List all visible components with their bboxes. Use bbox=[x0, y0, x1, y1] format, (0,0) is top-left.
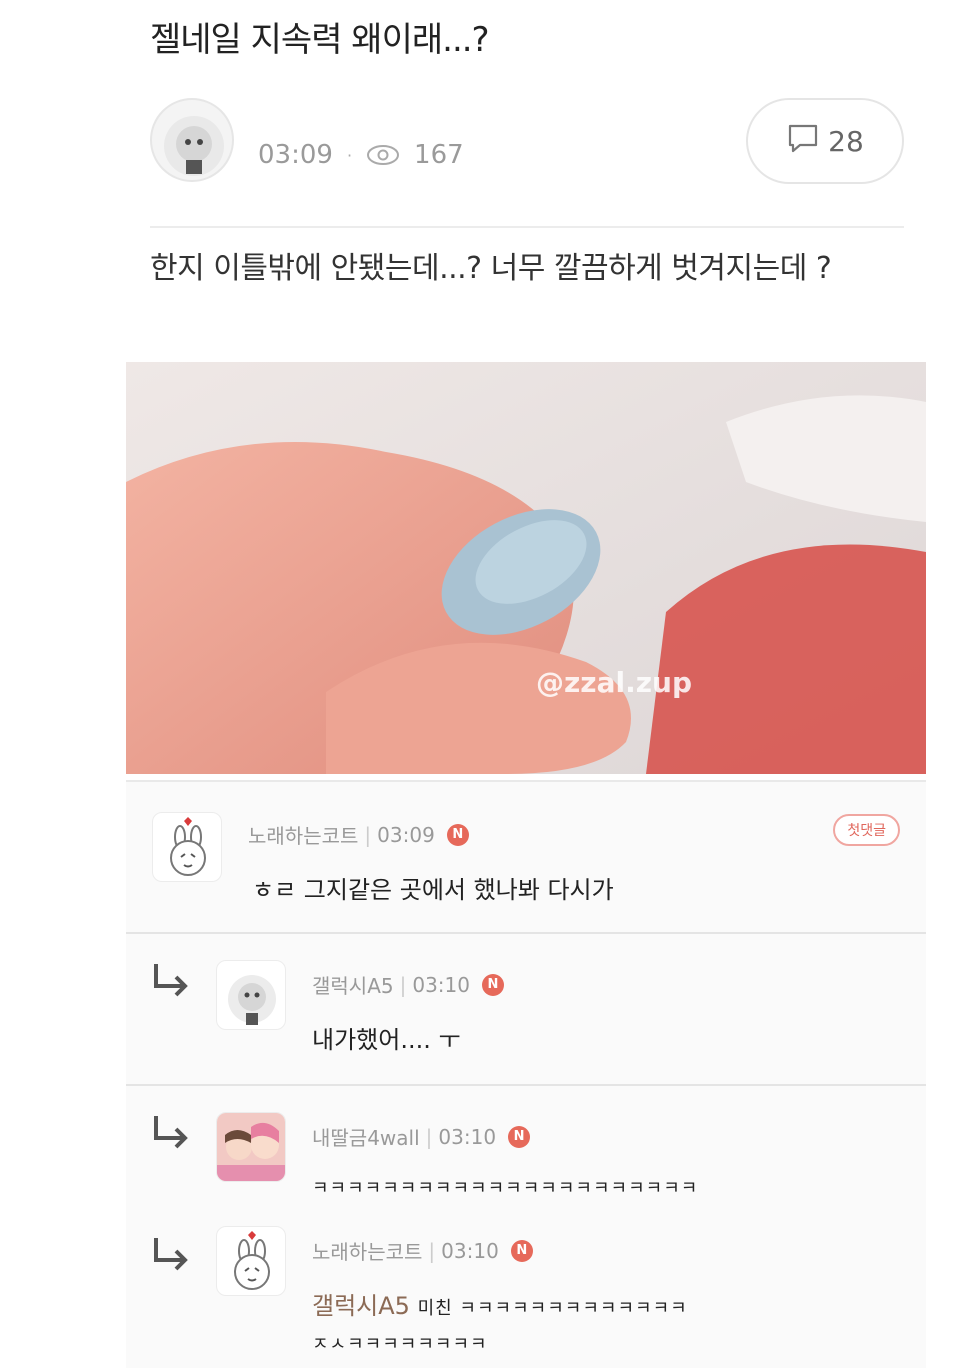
mention-link[interactable]: 갤럭시A5 bbox=[312, 1292, 410, 1320]
comment-count: 28 bbox=[828, 124, 864, 158]
first-comment-badge: 첫댓글 bbox=[833, 814, 900, 846]
comment-header: 노래하는코트 | 03:10 N bbox=[312, 1236, 533, 1265]
comment-text: 내가했어.... ㅜ bbox=[312, 1026, 461, 1054]
header-divider bbox=[150, 226, 904, 228]
comment-author[interactable]: 노래하는코트 bbox=[248, 820, 358, 849]
commenter-avatar[interactable] bbox=[216, 1112, 286, 1182]
comment-text: 갤럭시A5 미친 ㅋㅋㅋㅋㅋㅋㅋㅋㅋㅋㅋㅋㅋ bbox=[312, 1286, 688, 1321]
reply-arrow-icon bbox=[150, 1112, 192, 1154]
new-badge: N bbox=[508, 1125, 531, 1148]
comment-text-body: 미친 ㅋㅋㅋㅋㅋㅋㅋㅋㅋㅋㅋㅋㅋ bbox=[417, 1298, 688, 1319]
post-title: 젤네일 지속력 왜이래...? bbox=[150, 20, 490, 60]
comment-time: 03:09 bbox=[377, 822, 435, 847]
reply-item: 내딸금4wall | 03:10 N ㅋㅋㅋㅋㅋㅋㅋㅋㅋㅋㅋㅋㅋㅋㅋㅋㅋㅋㅋㅋㅋ… bbox=[126, 1086, 926, 1206]
comment-bubble-icon bbox=[786, 121, 820, 162]
comment-time: 03:10 bbox=[441, 1238, 499, 1263]
comment-header: 갤럭시A5 | 03:10 N bbox=[312, 970, 504, 999]
meta-separator: · bbox=[346, 145, 353, 165]
post-meta: 03:09 · 167 28 bbox=[150, 98, 904, 188]
comment-count-button[interactable]: 28 bbox=[746, 98, 904, 184]
reply-arrow-icon bbox=[150, 1234, 192, 1276]
eye-icon bbox=[366, 143, 400, 167]
svg-text:@zzal.zup: @zzal.zup bbox=[536, 666, 692, 699]
author-avatar[interactable] bbox=[150, 98, 234, 182]
new-badge: N bbox=[446, 823, 469, 846]
new-badge: N bbox=[482, 973, 504, 996]
commenter-avatar[interactable] bbox=[152, 812, 222, 882]
comment-text: ㅋㅋㅋㅋㅋㅋㅋㅋㅋㅋㅋㅋㅋㅋㅋㅋㅋㅋㅋㅋㅋㅋ bbox=[312, 1178, 699, 1199]
commenter-avatar[interactable] bbox=[216, 960, 286, 1030]
comment-author[interactable]: 노래하는코트 bbox=[312, 1236, 422, 1265]
comment-author[interactable]: 내딸금4wall bbox=[312, 1122, 420, 1151]
comment-author[interactable]: 갤럭시A5 bbox=[312, 970, 394, 999]
comment-item: 노래하는코트 | 03:09 N 첫댓글 ㅎㄹ 그지같은 곳에서 했나봐 다시가 bbox=[126, 782, 926, 932]
post-body: 한지 이틀밖에 안됐는데...? 너무 깔끔하게 벗겨지는데 ? bbox=[150, 251, 832, 286]
post-image: @zzal.zup bbox=[126, 362, 926, 774]
reply-item: 갤럭시A5 | 03:10 N 내가했어.... ㅜ bbox=[126, 934, 926, 1084]
comment-list: 노래하는코트 | 03:09 N 첫댓글 ㅎㄹ 그지같은 곳에서 했나봐 다시가 bbox=[126, 780, 926, 1368]
new-badge: N bbox=[510, 1239, 533, 1262]
reply-arrow-icon bbox=[150, 960, 192, 1002]
commenter-avatar[interactable] bbox=[216, 1226, 286, 1296]
comment-time: 03:10 bbox=[412, 972, 470, 997]
view-count: 167 bbox=[414, 140, 464, 170]
post-time: 03:09 bbox=[258, 140, 333, 170]
watermark: @zzal.zup bbox=[536, 666, 692, 699]
comment-time: 03:10 bbox=[438, 1124, 497, 1149]
post-meta-text: 03:09 · 167 bbox=[258, 140, 464, 170]
comment-header: 노래하는코트 | 03:09 N bbox=[248, 820, 469, 849]
reply-item: 노래하는코트 | 03:10 N 갤럭시A5 미친 ㅋㅋㅋㅋㅋㅋㅋㅋㅋㅋㅋㅋㅋ … bbox=[126, 1212, 926, 1368]
comment-text-continued: ㅈㅅㅋㅋㅋㅋㅋㅋㅋㅋ bbox=[312, 1334, 488, 1355]
comment-text: ㅎㄹ 그지같은 곳에서 했나봐 다시가 bbox=[252, 876, 614, 904]
comment-header: 내딸금4wall | 03:10 N bbox=[312, 1122, 531, 1151]
